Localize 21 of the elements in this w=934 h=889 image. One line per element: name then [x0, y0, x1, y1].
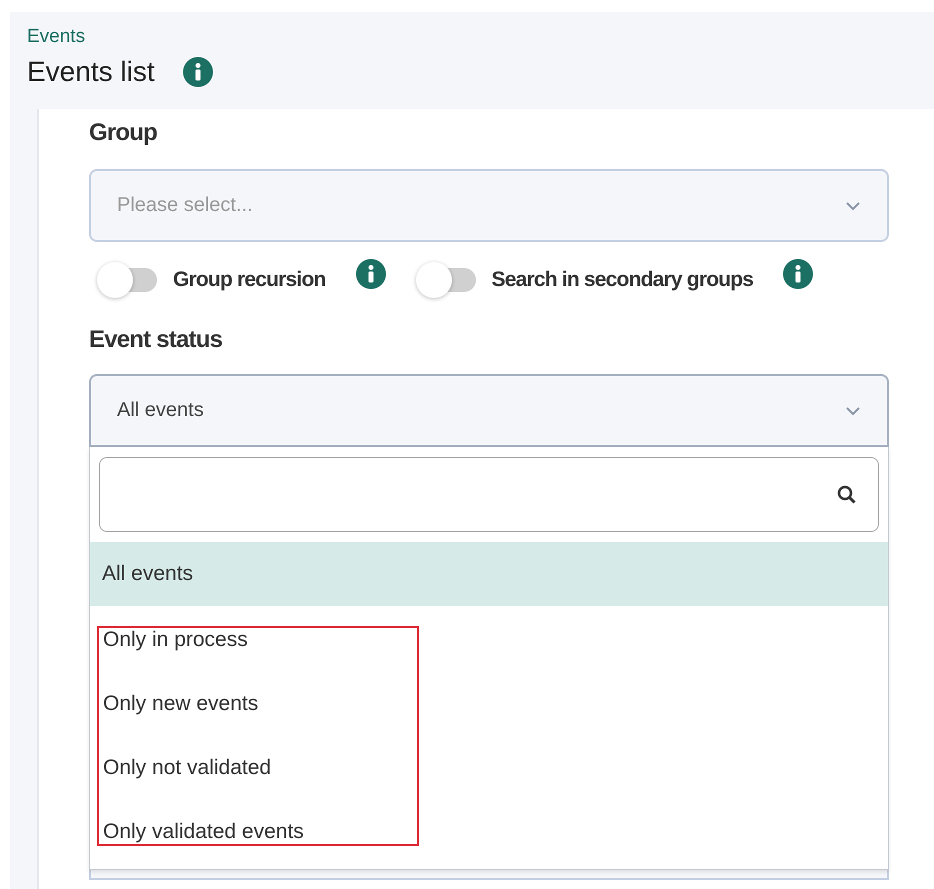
- toggle-label: Search in secondary groups: [492, 268, 754, 292]
- field-label: Event status: [89, 326, 222, 354]
- dropdown-option[interactable]: Only in process: [99, 628, 417, 652]
- chevron-down-icon: [845, 406, 861, 416]
- info-icon[interactable]: [182, 57, 213, 87]
- info-icon[interactable]: [783, 259, 814, 289]
- field-label: Group: [89, 119, 157, 147]
- search-icon: [836, 484, 858, 506]
- dropdown-option[interactable]: All events: [90, 542, 888, 606]
- toggle-switch[interactable]: [416, 262, 478, 298]
- dropdown-option[interactable]: Only not validated: [99, 756, 417, 780]
- status-select[interactable]: All events: [89, 374, 889, 447]
- chevron-down-icon: [845, 200, 861, 210]
- search-field[interactable]: [99, 457, 879, 532]
- dropdown-option[interactable]: Only validated events: [99, 820, 417, 844]
- breadcrumb-link[interactable]: Events: [27, 26, 86, 48]
- dropdown-option[interactable]: Only new events: [99, 692, 417, 716]
- page-title: Events list: [27, 56, 155, 88]
- toggle-switch[interactable]: [97, 262, 159, 298]
- toggle-label: Group recursion: [173, 268, 326, 292]
- info-icon[interactable]: [356, 259, 386, 289]
